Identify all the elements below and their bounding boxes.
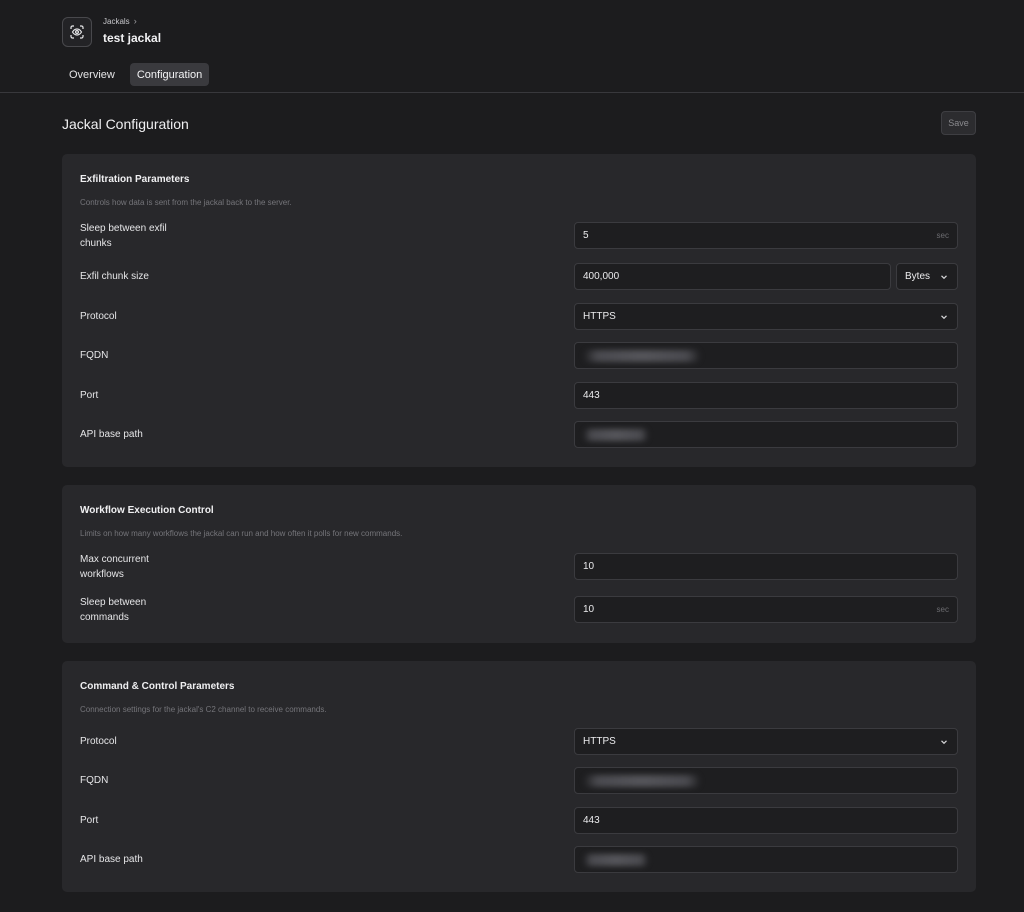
exfil-sleep-value: 5: [583, 230, 589, 241]
exfil-api-label: API base path: [80, 429, 143, 440]
page-title: test jackal: [103, 31, 162, 45]
workflow-card-title: Workflow Execution Control: [80, 505, 214, 516]
breadcrumb-jackals-link[interactable]: Jackals: [103, 17, 130, 26]
chevron-down-icon: [941, 274, 947, 279]
c2-card-description: Connection settings for the jackal's C2 …: [80, 705, 327, 714]
exfil-protocol-value: HTTPS: [583, 311, 616, 322]
exfil-port-value: 443: [583, 390, 600, 401]
workflow-max-input[interactable]: 10: [574, 553, 958, 580]
workflow-max-value: 10: [583, 561, 595, 572]
workflow-max-label: Max concurrent workflows: [80, 554, 149, 580]
exfil-chunk-unit-value: Bytes: [905, 271, 931, 282]
save-button[interactable]: Save: [941, 111, 976, 135]
tab-overview[interactable]: Overview: [62, 63, 122, 86]
tab-bar: Overview Configuration: [62, 63, 210, 86]
c2-protocol-value: HTTPS: [583, 736, 616, 747]
exfil-card-description: Controls how data is sent from the jacka…: [80, 198, 292, 207]
exfil-card-title: Exfiltration Parameters: [80, 174, 190, 185]
exfil-fqdn-input[interactable]: [574, 342, 958, 369]
exfil-port-label: Port: [80, 390, 99, 401]
c2-fqdn-input[interactable]: [574, 767, 958, 794]
exfil-card: Exfiltration Parameters Controls how dat…: [62, 154, 976, 467]
c2-card-title: Command & Control Parameters: [80, 681, 235, 692]
jackal-icon: [62, 17, 92, 47]
exfil-sleep-label: Sleep between exfil chunks: [80, 223, 167, 249]
c2-api-input[interactable]: [574, 846, 958, 873]
redacted-api-path: [583, 853, 649, 866]
workflow-card-description: Limits on how many workflows the jackal …: [80, 529, 403, 538]
c2-port-label: Port: [80, 815, 99, 826]
c2-protocol-select[interactable]: HTTPS: [574, 728, 958, 755]
redacted-fqdn: [583, 349, 701, 362]
c2-port-value: 443: [583, 815, 600, 826]
redacted-api-path: [583, 428, 649, 441]
workflow-card: Workflow Execution Control Limits on how…: [62, 485, 976, 643]
exfil-chunk-value: 400,000: [583, 271, 620, 282]
c2-fqdn-label: FQDN: [80, 775, 109, 786]
exfil-fqdn-label: FQDN: [80, 350, 109, 361]
c2-card: Command & Control Parameters Connection …: [62, 661, 976, 892]
exfil-chunk-unit-select[interactable]: Bytes: [896, 263, 958, 290]
chevron-down-icon: [941, 314, 947, 319]
workflow-sleep-value: 10: [583, 604, 595, 615]
chevron-down-icon: [941, 739, 947, 744]
top-header: Jackals › test jackal Overview Configura…: [0, 0, 1024, 93]
c2-port-input[interactable]: 443: [574, 807, 958, 834]
c2-api-label: API base path: [80, 854, 143, 865]
exfil-sleep-unit: sec: [936, 231, 949, 240]
chevron-right-icon: ›: [133, 16, 137, 26]
redacted-fqdn: [583, 774, 701, 787]
workflow-sleep-label: Sleep between commands: [80, 597, 147, 623]
exfil-protocol-label: Protocol: [80, 311, 117, 322]
exfil-chunk-label: Exfil chunk size: [80, 271, 149, 282]
exfil-sleep-input[interactable]: 5 sec: [574, 222, 958, 249]
workflow-sleep-unit: sec: [936, 605, 949, 614]
c2-protocol-label: Protocol: [80, 736, 117, 747]
config-title: Jackal Configuration: [62, 116, 189, 132]
exfil-chunk-input[interactable]: 400,000: [574, 263, 891, 290]
exfil-protocol-select[interactable]: HTTPS: [574, 303, 958, 330]
workflow-sleep-input[interactable]: 10 sec: [574, 596, 958, 623]
exfil-port-input[interactable]: 443: [574, 382, 958, 409]
tab-configuration[interactable]: Configuration: [129, 63, 210, 86]
exfil-api-input[interactable]: [574, 421, 958, 448]
breadcrumb: Jackals ›: [103, 16, 137, 26]
